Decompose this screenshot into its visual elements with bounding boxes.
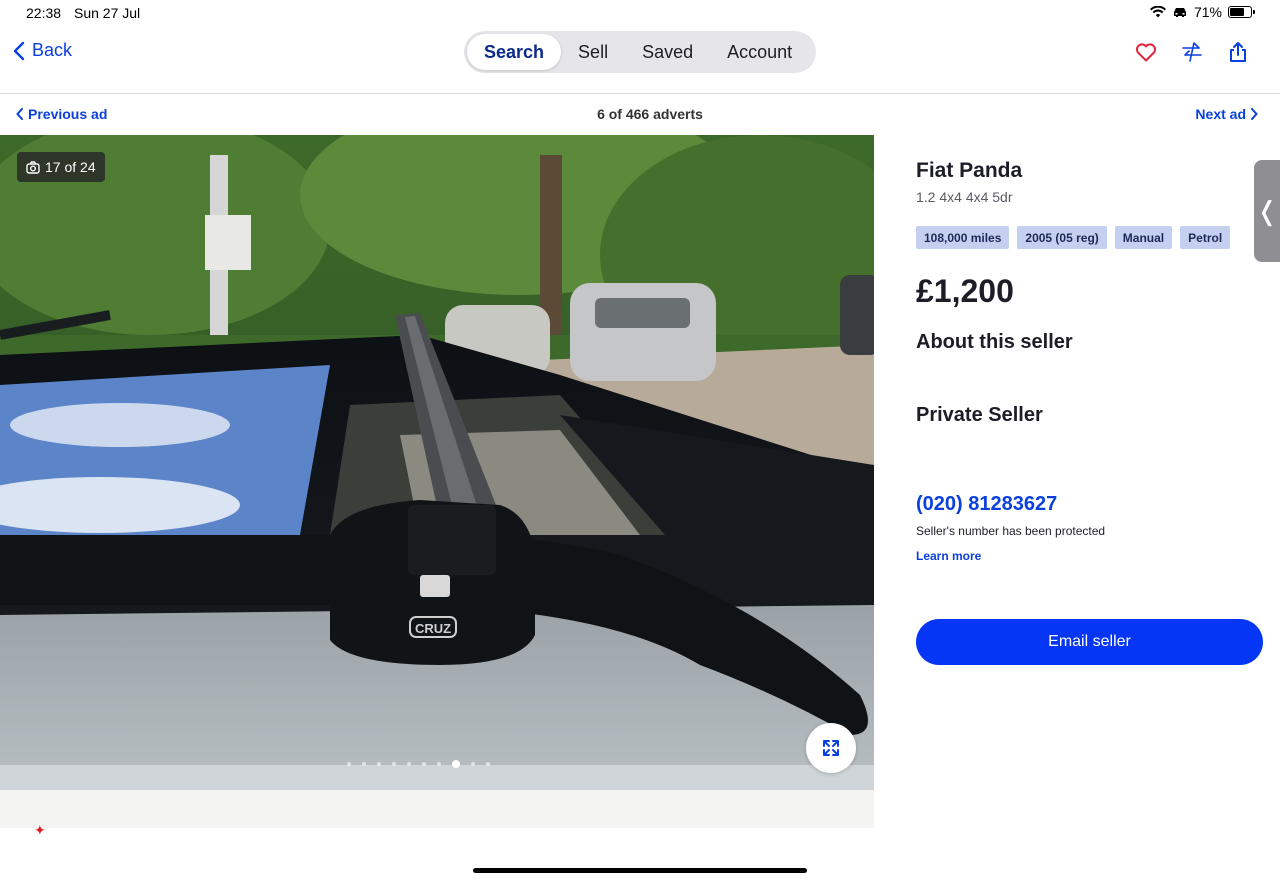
photo-counter: 17 of 24 (17, 152, 105, 182)
year-chip: 2005 (05 reg) (1017, 226, 1107, 249)
learn-more-link[interactable]: Learn more (916, 549, 981, 563)
mileage-chip: 108,000 miles (916, 226, 1010, 249)
status-indicators: 71% (1149, 4, 1255, 20)
camera-icon (26, 160, 40, 174)
compare-icon[interactable] (1180, 40, 1204, 64)
gallery-dot[interactable] (422, 762, 426, 766)
next-ad-label: Next ad (1195, 106, 1246, 122)
status-time: 22:38 (26, 5, 62, 21)
battery-icon (1228, 6, 1255, 18)
gallery-dot[interactable] (347, 762, 351, 766)
wifi-icon (1149, 6, 1166, 18)
car-icon (1173, 8, 1186, 17)
tab-saved[interactable]: Saved (625, 34, 710, 70)
email-seller-button[interactable]: Email seller (916, 619, 1263, 665)
heart-icon[interactable] (1134, 40, 1158, 64)
seller-phone-link[interactable]: (020) 81283627 (916, 493, 1057, 516)
gallery-dot[interactable] (407, 762, 411, 766)
nav-actions (1134, 40, 1250, 64)
chevron-right-icon (1251, 108, 1258, 120)
back-button[interactable]: Back (12, 40, 72, 61)
listing-title: Fiat Panda (916, 159, 1023, 182)
main-tabs: Search Sell Saved Account (464, 31, 816, 73)
status-date: Sun 27 Jul (74, 5, 141, 21)
gallery-dot[interactable] (486, 762, 490, 766)
status-bar: 22:38 Sun 27 Jul 71% (0, 0, 1280, 26)
fuel-chip: Petrol (1180, 226, 1231, 249)
share-icon[interactable] (1226, 40, 1250, 64)
expand-icon (823, 740, 839, 756)
advert-count: 6 of 466 adverts (597, 106, 703, 122)
star-icon: ✦ (34, 822, 46, 838)
car-roof-photo: CRUZ (0, 135, 874, 790)
battery-percent: 71% (1193, 4, 1222, 20)
side-panel-handle[interactable]: ❬ (1254, 160, 1280, 262)
gallery-dot[interactable] (362, 762, 366, 766)
gallery-dot[interactable] (377, 762, 381, 766)
tab-search[interactable]: Search (467, 34, 562, 70)
battery-fill (1230, 8, 1245, 16)
gallery-dot[interactable] (452, 760, 460, 768)
listing-photo[interactable]: CRUZ 17 of 24 (0, 135, 874, 790)
transmission-chip: Manual (1114, 226, 1173, 249)
listing-subtitle: 1.2 4x4 4x4 5dr (916, 189, 1013, 205)
chevron-left-icon: ❬ (1256, 195, 1278, 226)
photo-counter-text: 17 of 24 (45, 159, 96, 175)
top-navigation: Back Search Sell Saved Account (0, 26, 1280, 94)
gallery-dot[interactable] (471, 762, 475, 766)
tab-account[interactable]: Account (710, 34, 809, 70)
spec-chips: 108,000 miles 2005 (05 reg) Manual Petro… (916, 226, 1231, 249)
svg-text:CRUZ: CRUZ (415, 621, 451, 636)
gallery-dot[interactable] (437, 762, 441, 766)
ad-navigation: Previous ad 6 of 466 adverts Next ad (0, 95, 1280, 135)
expand-button[interactable] (806, 723, 856, 773)
battery-tip (1253, 10, 1255, 14)
chevron-left-icon (13, 41, 25, 60)
below-photo-area: ✦ (0, 790, 874, 838)
next-ad-link[interactable]: Next ad (1195, 106, 1258, 122)
gallery-dots (347, 760, 490, 768)
gallery-dot[interactable] (392, 762, 396, 766)
home-indicator[interactable] (473, 868, 807, 873)
seller-type: Private Seller (916, 404, 1043, 426)
about-seller-heading: About this seller (916, 331, 1073, 353)
back-label: Back (32, 40, 73, 60)
phone-protected-note: Seller's number has been protected (916, 524, 1106, 538)
tab-sell[interactable]: Sell (561, 34, 625, 70)
listing-price: £1,200 (916, 273, 1014, 309)
listing-details: Fiat Panda 1.2 4x4 4x4 5dr 108,000 miles… (874, 135, 1280, 835)
